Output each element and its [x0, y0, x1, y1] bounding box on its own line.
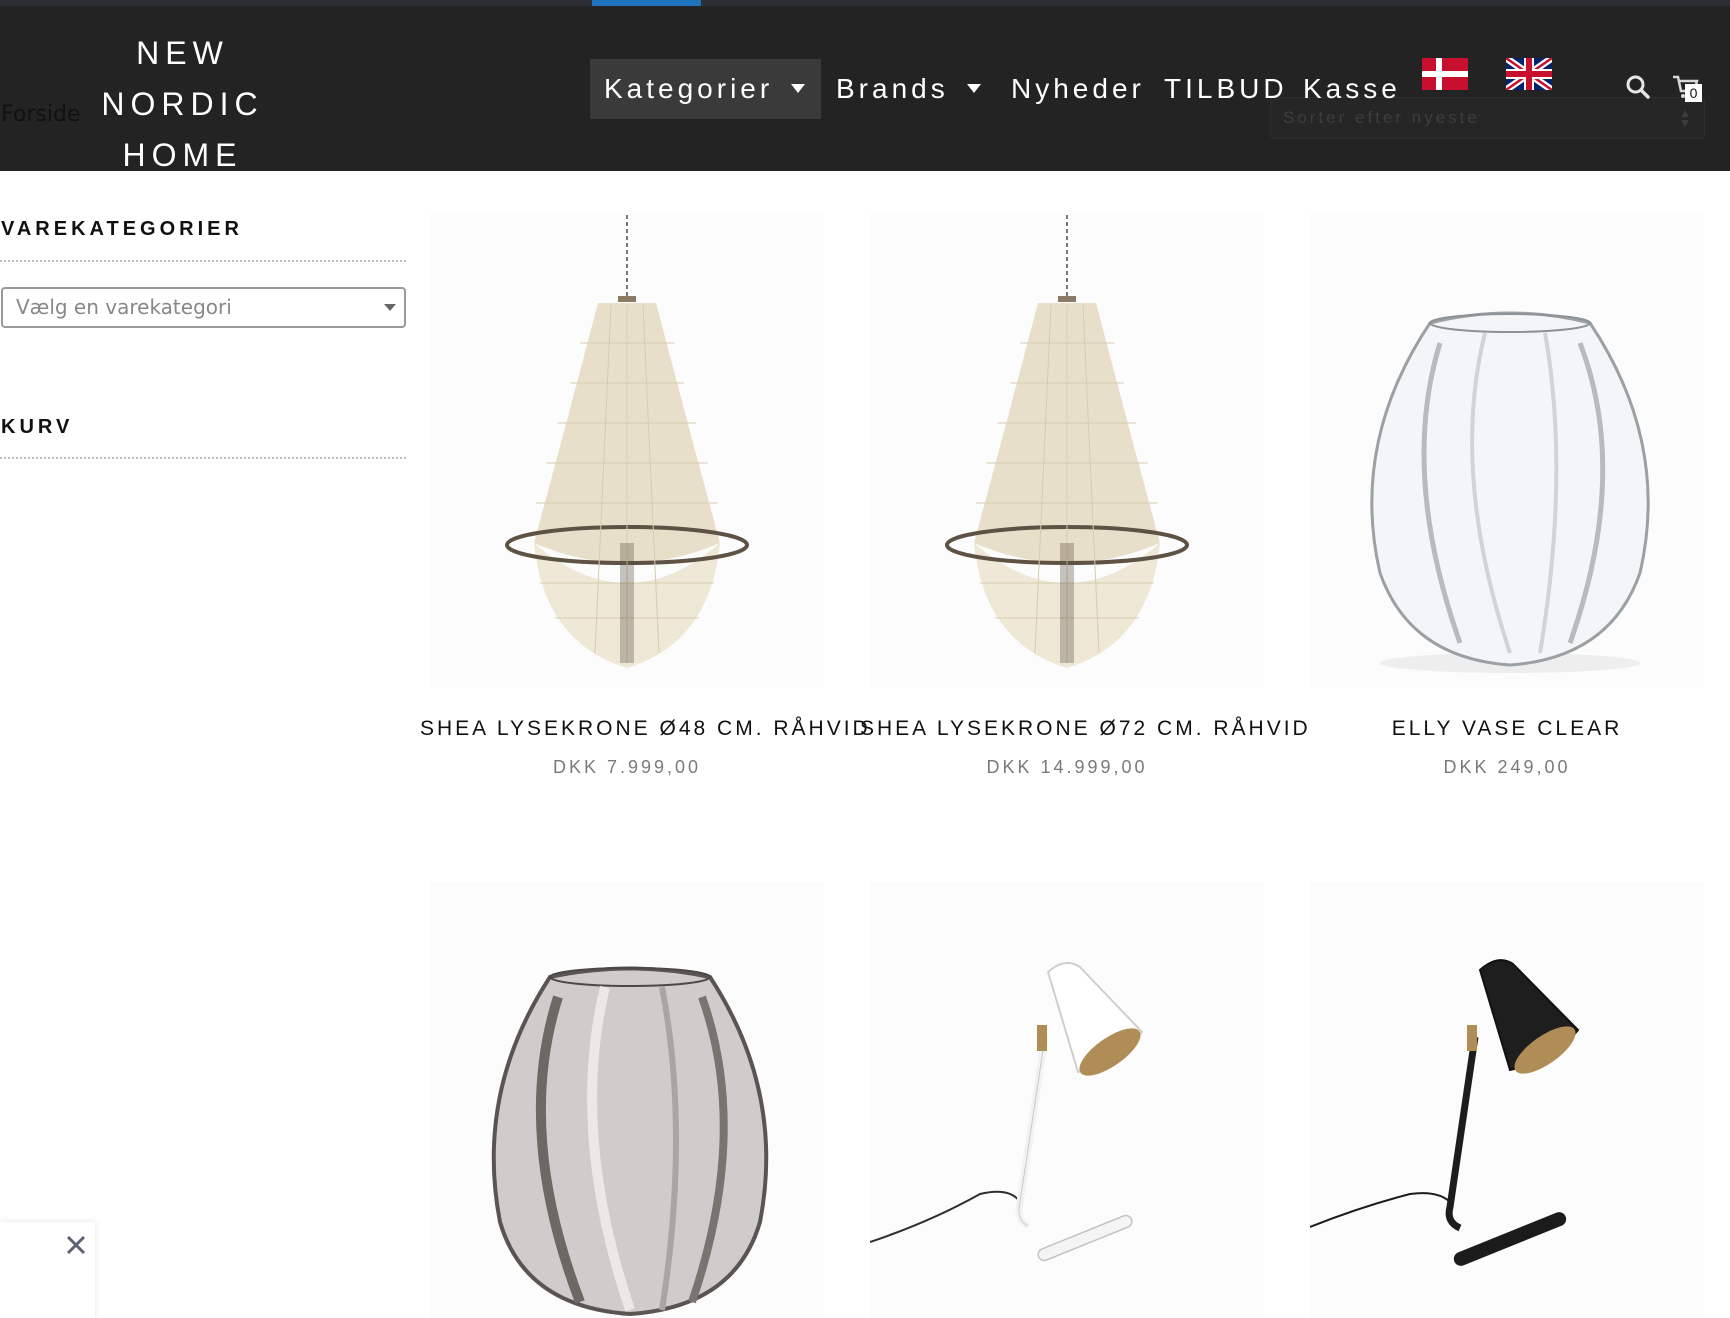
product-image-smoke-vase[interactable] — [430, 882, 824, 1318]
nav-item-label: Kategorier — [604, 73, 774, 104]
site-header: NEW NORDIC HOME BOLIG & INTERIØR WEBSHOP… — [0, 0, 1730, 225]
product-image-clear-vase[interactable] — [1310, 213, 1704, 688]
category-select-placeholder: Vælg en varekategori — [16, 295, 232, 319]
breadcrumb[interactable]: Forside — [1, 102, 80, 127]
nav-item-label: TILBUD — [1164, 73, 1288, 104]
nav-item-label: Kasse — [1303, 73, 1401, 104]
nav-item-brands[interactable]: Brands — [836, 59, 981, 119]
logo-title: NEW NORDIC HOME — [101, 35, 264, 173]
category-select[interactable]: Vælg en varekategori — [1, 287, 406, 328]
chevron-down-icon — [384, 304, 396, 311]
product-image-chandelier[interactable] — [430, 213, 824, 688]
search-icon[interactable] — [1625, 74, 1651, 100]
cart-count-badge: 0 — [1685, 84, 1702, 102]
site-logo[interactable]: NEW NORDIC HOME BOLIG & INTERIØR WEBSHOP — [50, 28, 315, 229]
product-name[interactable]: SHEA LYSEKRONE Ø72 CM. RÅHVID — [860, 717, 1308, 741]
header-top-bar — [0, 0, 1730, 6]
product-name[interactable]: ELLY VASE CLEAR — [1300, 717, 1714, 741]
sort-arrows-icon: ▲ ▼ — [1679, 106, 1694, 130]
categories-widget-title: VAREKATEGORIER — [1, 218, 243, 240]
widget-divider — [0, 260, 406, 262]
notification-popup — [0, 1222, 95, 1318]
product-image-white-table-lamp[interactable] — [870, 882, 1264, 1318]
product-name[interactable]: SHEA LYSEKRONE Ø48 CM. RÅHVID — [420, 717, 868, 741]
nav-item-nyheder[interactable]: Nyheder — [1011, 59, 1145, 119]
nav-item-label: Nyheder — [1011, 73, 1145, 104]
product-price: DKK 14.999,00 — [986, 757, 1148, 777]
product-price: DKK 249,00 — [1443, 757, 1571, 777]
close-icon[interactable] — [63, 1232, 89, 1258]
nav-item-label: Brands — [836, 73, 949, 104]
active-menu-indicator — [592, 0, 701, 6]
dropdown-caret-icon — [966, 84, 981, 94]
product-image-black-table-lamp[interactable] — [1310, 882, 1704, 1318]
nav-item-kasse[interactable]: Kasse — [1303, 59, 1401, 119]
cart-widget-title: KURV — [1, 416, 74, 438]
product-price: DKK 7.999,00 — [552, 757, 702, 777]
uk-flag-icon[interactable] — [1506, 58, 1552, 90]
nav-item-kategorier[interactable]: Kategorier — [590, 59, 821, 119]
dropdown-caret-icon — [791, 84, 806, 94]
nav-item-tilbud[interactable]: TILBUD — [1164, 59, 1288, 119]
widget-divider — [0, 457, 406, 459]
danish-flag-icon[interactable] — [1422, 58, 1468, 90]
product-image-chandelier[interactable] — [870, 213, 1264, 688]
